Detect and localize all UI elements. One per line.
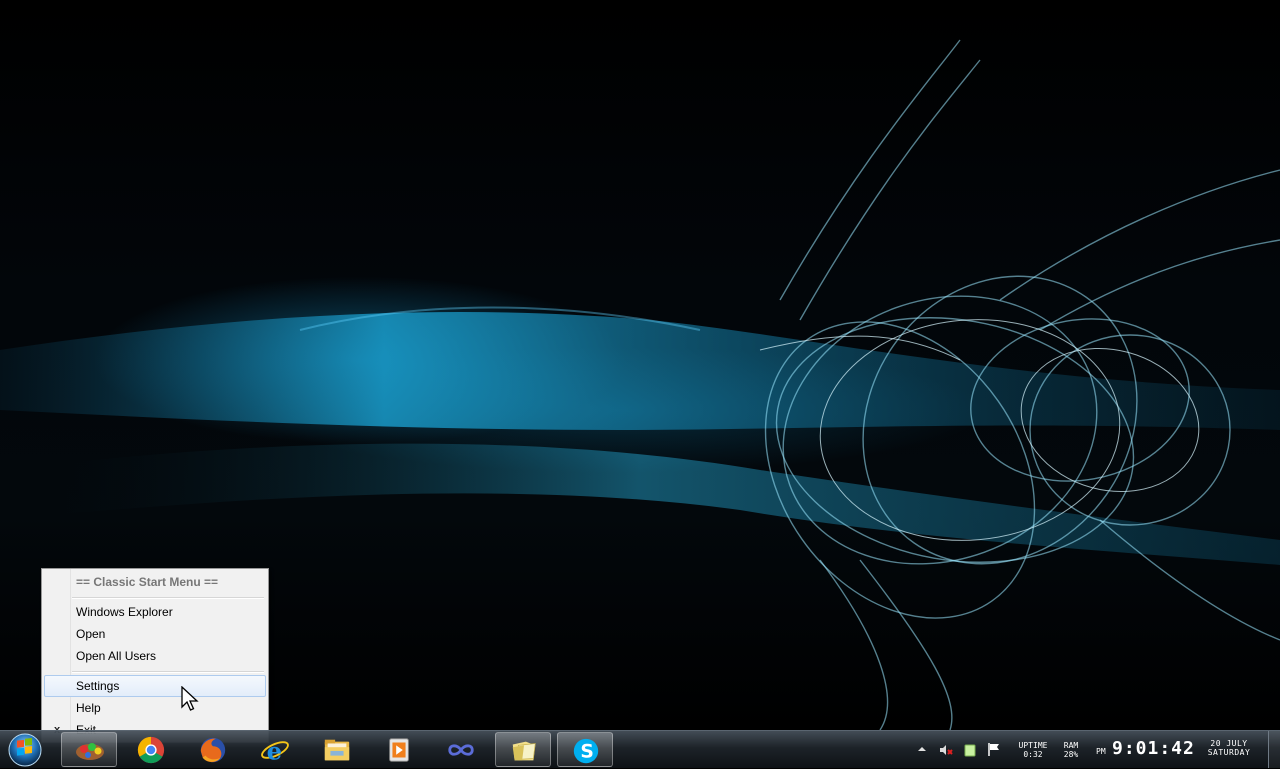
infinity-app-icon (448, 744, 474, 756)
chrome-icon (137, 736, 165, 764)
ram-value: 28% (1063, 750, 1079, 759)
menu-item-help[interactable]: Help (44, 697, 266, 719)
menu-separator (72, 597, 264, 599)
uptime-value: 0:32 (1023, 750, 1043, 759)
battery-app-icon[interactable] (962, 742, 978, 758)
svg-text:e: e (267, 736, 283, 765)
menu-item-windows-explorer[interactable]: Windows Explorer (44, 601, 266, 623)
internet-explorer-icon: e (261, 736, 289, 765)
taskbar-button-windows-explorer[interactable] (495, 732, 551, 767)
menu-item-label: Open (76, 627, 106, 641)
notification-area (910, 731, 1010, 769)
taskbar-date[interactable]: 20 JULY SATURDAY (1198, 739, 1260, 757)
windows-orb-icon[interactable] (4, 732, 46, 768)
mouse-cursor-icon (181, 686, 199, 711)
menu-item-label: Help (76, 701, 101, 715)
taskbar-button-file-explorer[interactable] (309, 732, 365, 767)
action-center-flag-icon[interactable] (986, 741, 1002, 757)
menu-item-label: Open All Users (76, 649, 157, 663)
taskbar: e S UPTIME 0:32 RAM 28% (0, 730, 1280, 768)
file-explorer-icon (324, 739, 350, 761)
menu-header-label: == Classic Start Menu == (76, 575, 219, 589)
windows-explorer-window-icon (512, 741, 536, 761)
media-player-icon (389, 738, 409, 762)
skype-icon: S (573, 738, 599, 764)
uptime-label: UPTIME (1018, 741, 1048, 750)
taskbar-button-skype[interactable]: S (557, 732, 613, 767)
taskbar-button-internet-explorer[interactable]: e (247, 732, 303, 767)
classic-start-menu-context-menu: == Classic Start Menu == Windows Explore… (41, 568, 269, 743)
date-day-month: 20 JULY (1210, 739, 1248, 748)
taskbar-clock[interactable]: 9:01:42 (1112, 738, 1195, 759)
menu-item-settings[interactable]: Settings (44, 675, 266, 697)
uptime-gadget: UPTIME 0:32 (1012, 741, 1054, 759)
volume-muted-icon[interactable] (938, 742, 954, 758)
clock-ampm: PM (1096, 747, 1106, 756)
show-hidden-icons-chevron-icon[interactable] (917, 744, 927, 754)
menu-item-label: Settings (76, 679, 120, 693)
date-weekday: SATURDAY (1207, 748, 1251, 757)
firefox-icon (200, 737, 226, 763)
svg-text:S: S (580, 742, 594, 763)
menu-item-open-all-users[interactable]: Open All Users (44, 645, 266, 667)
ram-gadget: RAM 28% (1056, 741, 1086, 759)
taskbar-button-chrome[interactable] (123, 732, 179, 767)
taskbar-button-media-player[interactable] (371, 732, 427, 767)
taskbar-button-firefox[interactable] (185, 732, 241, 767)
menu-item-open[interactable]: Open (44, 623, 266, 645)
taskbar-button-app[interactable] (61, 732, 117, 767)
ram-label: RAM (1063, 741, 1079, 750)
taskbar-button-infinity-app[interactable] (433, 732, 489, 767)
menu-item-label: Windows Explorer (76, 605, 173, 619)
show-desktop-button[interactable] (1268, 731, 1280, 768)
menu-separator (72, 671, 264, 673)
app-icon (76, 743, 104, 760)
menu-header: == Classic Start Menu == (44, 571, 266, 593)
